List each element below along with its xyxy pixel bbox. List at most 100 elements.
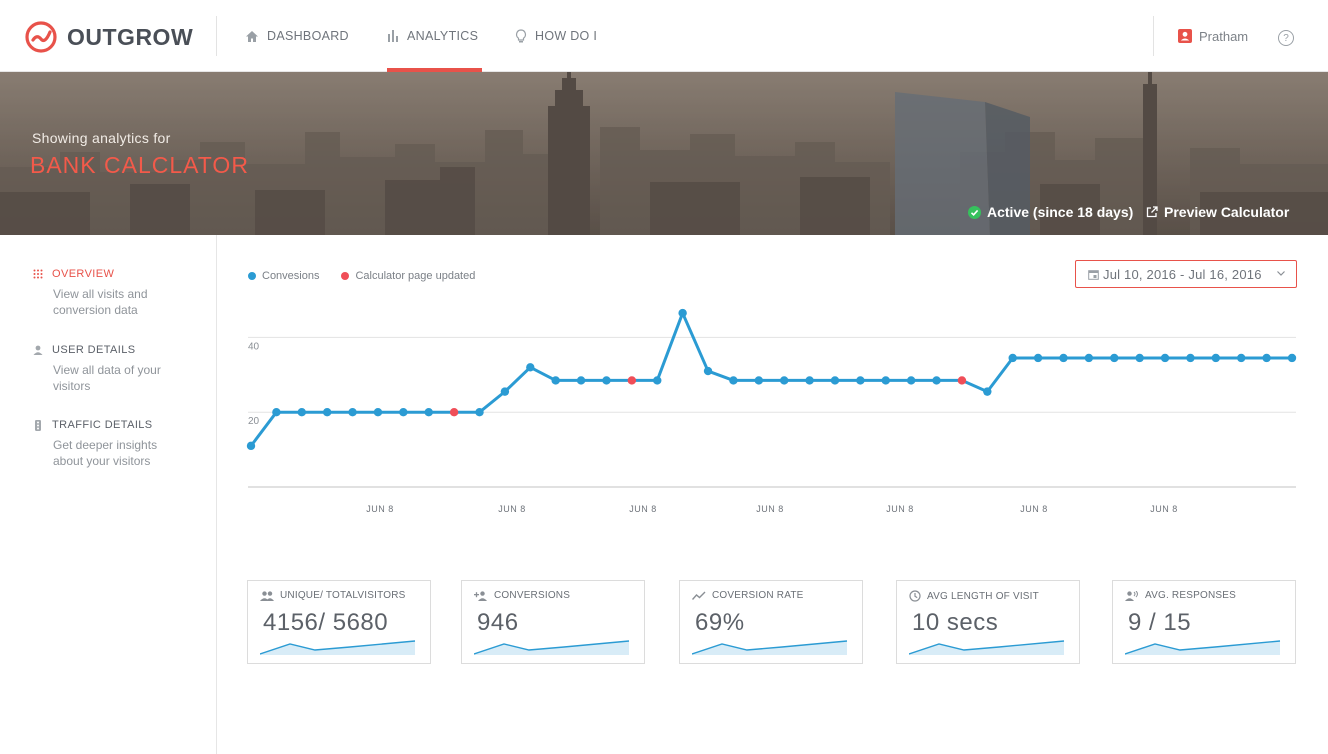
conversions-series-line: [249, 311, 1292, 447]
conversions-data-point: [983, 387, 992, 396]
stat-card-avg-length[interactable]: AVG LENGTH OF VISIT 10 secs: [896, 580, 1080, 664]
outgrow-logo-icon: [25, 21, 57, 53]
conversions-data-point: [703, 366, 713, 376]
sidebar-overview-desc-line1: View all visits and: [53, 287, 148, 301]
legend-item-conversions[interactable]: Convesions: [248, 270, 319, 282]
lightbulb-icon: [515, 28, 527, 44]
conversions-data-point: [602, 376, 611, 385]
conversions-data-point: [678, 308, 687, 318]
conversions-data-point: [272, 408, 281, 417]
page-updated-point: [449, 408, 459, 417]
sidebar-user-details-title: USER DETAILS: [52, 344, 136, 356]
sparkline-visitors: [260, 640, 416, 655]
help-icon[interactable]: ?: [1278, 30, 1294, 46]
sidebar-item-overview[interactable]: OVERVIEW View all visits and conversion …: [32, 268, 202, 318]
sidebar-overview-desc-line2: conversion data: [53, 303, 138, 317]
legend-label-conversions: Convesions: [262, 270, 320, 282]
user-badge-icon: [1178, 29, 1192, 43]
conversions-data-point: [906, 376, 916, 385]
stat-value-avg-length: 10 secs: [912, 609, 999, 636]
sidebar-traffic-details-desc-line2: about your visitors: [53, 454, 151, 468]
active-status: Active (since 18 days): [968, 204, 1133, 220]
conversions-data-point: [475, 408, 484, 417]
conversions-data-point: [729, 376, 738, 385]
analytics-sidebar: OVERVIEW View all visits and conversion …: [0, 235, 217, 754]
nav-item-dashboard[interactable]: DASHBOARD: [245, 0, 349, 72]
sidebar-item-traffic-details[interactable]: TRAFFIC DETAILS Get deeper insights abou…: [32, 419, 202, 469]
conversions-data-point: [1160, 353, 1170, 363]
sidebar-traffic-details-title: TRAFFIC DETAILS: [52, 419, 153, 431]
conversions-data-point: [1237, 353, 1246, 363]
x-tick-label: JUN 8: [1020, 504, 1048, 514]
x-tick-label: JUN 8: [498, 504, 526, 514]
nav-item-how-do-i[interactable]: HOW DO I: [515, 0, 597, 72]
outgrow-logo[interactable]: OUTGROW: [24, 20, 193, 54]
date-range-value: Jul 10, 2016 - Jul 16, 2016: [1103, 266, 1262, 282]
user-divider: [1153, 16, 1154, 56]
stat-label-conversions: CONVERSIONS: [494, 590, 571, 601]
conversions-data-point: [1110, 353, 1119, 363]
hero-subtitle: Showing analytics for: [32, 130, 171, 146]
conversions-data-point: [526, 363, 535, 372]
sparkline-avg-responses: [1125, 640, 1281, 655]
conversions-data-point: [1084, 353, 1094, 363]
sidebar-overview-description: View all visits and conversion data: [53, 286, 202, 318]
calculator-title: BANK CALCLATOR: [30, 152, 249, 178]
conversions-data-point: [1135, 353, 1144, 363]
conversions-data-point: [805, 376, 814, 385]
chevron-down-icon: [1276, 268, 1286, 278]
clock-icon: [909, 590, 921, 602]
stat-card-avg-responses[interactable]: AVG. RESPONSES 9 / 15: [1112, 580, 1296, 664]
sparkline-conversions: [474, 640, 630, 655]
stat-label-visitors: UNIQUE/ TOTALVISITORS: [280, 590, 406, 601]
traffic-light-icon: [32, 419, 44, 431]
conversions-data-point: [1186, 353, 1195, 363]
stat-card-header: UNIQUE/ TOTALVISITORS: [260, 590, 406, 601]
sidebar-traffic-details-description: Get deeper insights about your visitors: [53, 437, 202, 469]
x-tick-label: JUN 8: [1150, 504, 1178, 514]
legend-dot-page-updated: [341, 272, 350, 280]
person-add-icon: [474, 590, 488, 601]
conversions-data-point: [1033, 353, 1043, 363]
sidebar-user-details-desc-line2: visitors: [53, 379, 91, 393]
nav-item-analytics[interactable]: ANALYTICS: [387, 0, 478, 72]
stat-card-header: COVERSION RATE: [692, 590, 804, 601]
sidebar-item-user-details[interactable]: USER DETAILS View all data of your visit…: [32, 344, 202, 394]
active-status-text: Active (since 18 days): [987, 204, 1134, 220]
sidebar-user-details-desc-line1: View all data of your: [53, 363, 161, 377]
legend-item-page-updated[interactable]: Calculator page updated: [341, 270, 475, 282]
conversions-line-chart: 20 40 JUN 8 JUN 8 JUN 8 JUN 8 JUN 8 JUN 8 JUN 8: [246, 308, 1297, 514]
conversions-data-point: [1287, 353, 1297, 363]
sidebar-overview-title: OVERVIEW: [52, 268, 115, 280]
nav-label-dashboard: DASHBOARD: [267, 29, 349, 43]
user-menu[interactable]: Pratham: [1178, 0, 1248, 72]
sidebar-traffic-details-desc-line1: Get deeper insights: [53, 438, 158, 452]
stat-card-header: AVG LENGTH OF VISIT: [909, 590, 1039, 602]
legend-label-page-updated: Calculator page updated: [355, 270, 476, 282]
date-range-picker[interactable]: Jul 10, 2016 - Jul 16, 2016: [1075, 260, 1297, 288]
stat-value-conversions: 946: [477, 609, 519, 636]
page-updated-point: [627, 376, 637, 385]
preview-calculator-link[interactable]: Preview Calculator: [1146, 204, 1289, 220]
brand-name: OUTGROW: [67, 23, 194, 50]
stat-value-conversion-rate: 69%: [695, 609, 745, 636]
stat-card-header: CONVERSIONS: [474, 590, 570, 601]
conversions-data-point: [754, 376, 764, 385]
x-tick-label: JUN 8: [886, 504, 914, 514]
grid-dots-icon: [32, 269, 44, 280]
stat-card-conversion-rate[interactable]: COVERSION RATE 69%: [679, 580, 863, 664]
sidebar-user-details-description: View all data of your visitors: [53, 362, 202, 394]
home-icon: [245, 30, 259, 43]
person-icon: [32, 345, 44, 355]
stat-card-visitors[interactable]: UNIQUE/ TOTALVISITORS 4156/ 5680: [247, 580, 431, 664]
conversions-data-point: [399, 408, 408, 417]
nav-divider: [216, 16, 217, 56]
conversions-data-point: [424, 408, 433, 417]
calendar-icon: [1088, 269, 1099, 280]
check-circle-icon: [968, 205, 981, 219]
stat-cards-row: UNIQUE/ TOTALVISITORS 4156/ 5680 CONVERS…: [247, 580, 1297, 664]
conversions-data-point: [779, 376, 789, 385]
conversions-data-point: [373, 408, 383, 417]
people-icon: [260, 590, 274, 601]
stat-card-conversions[interactable]: CONVERSIONS 946: [461, 580, 645, 664]
